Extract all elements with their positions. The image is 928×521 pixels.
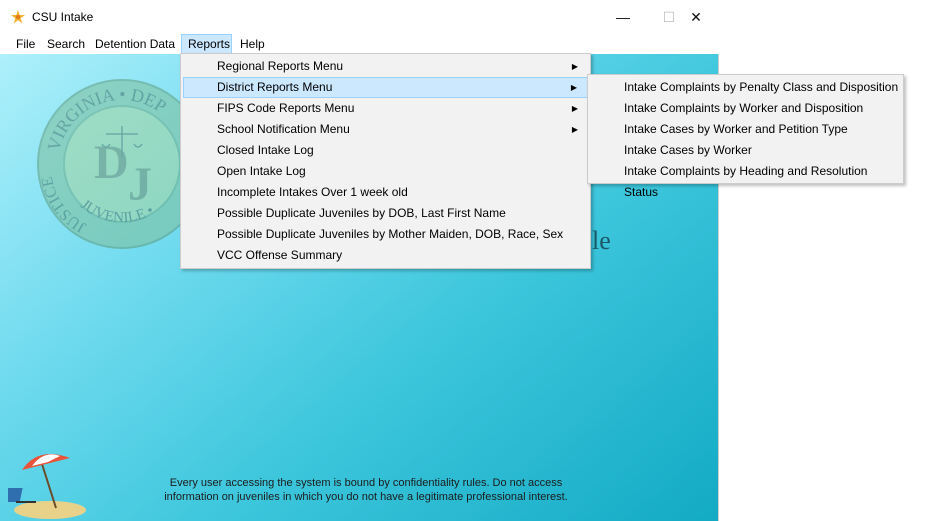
menu-item-open-intake-log[interactable]: Open Intake Log: [183, 161, 588, 182]
window-title: CSU Intake: [32, 10, 94, 24]
submenu-arrow-icon: ▶: [571, 62, 578, 71]
submenu-item-worker-petition[interactable]: Intake Cases by Worker and Petition Type: [590, 119, 901, 140]
reports-dropdown: Regional Reports Menu ▶ District Reports…: [180, 53, 591, 269]
menu-item-label: District Reports Menu: [217, 80, 333, 94]
submenu-item-heading-resolution[interactable]: Intake Complaints by Heading and Resolut…: [590, 161, 901, 199]
minimize-button[interactable]: —: [600, 0, 646, 34]
close-button[interactable]: ✕: [673, 0, 719, 34]
notice-line-1: Every user accessing the system is bound…: [169, 477, 563, 489]
seal-monogram-j: J: [128, 158, 152, 211]
confidentiality-notice: Every user accessing the system is bound…: [140, 476, 592, 504]
menu-bar: File Search Detention Data Reports Help: [0, 34, 719, 54]
submenu-arrow-icon: ▶: [570, 83, 577, 92]
seal-monogram-d: D: [94, 136, 129, 189]
menu-detention-data[interactable]: Detention Data: [89, 34, 181, 54]
submenu-arrow-icon: ▶: [571, 125, 578, 134]
app-icon: [11, 10, 25, 24]
menu-item-closed-intake-log[interactable]: Closed Intake Log: [183, 140, 588, 161]
menu-item-duplicate-by-mother-maiden[interactable]: Possible Duplicate Juveniles by Mother M…: [183, 224, 588, 245]
district-reports-submenu: Intake Complaints by Penalty Class and D…: [587, 74, 904, 199]
submenu-item-cases-by-worker[interactable]: Intake Cases by Worker: [590, 140, 901, 161]
menu-item-school-notification[interactable]: School Notification Menu ▶: [183, 119, 588, 140]
menu-item-regional-reports[interactable]: Regional Reports Menu ▶: [183, 56, 588, 77]
title-bar[interactable]: CSU Intake — ☐ ✕: [0, 0, 719, 34]
menu-search[interactable]: Search: [41, 34, 91, 54]
menu-item-district-reports[interactable]: District Reports Menu ▶: [183, 77, 588, 98]
submenu-item-worker-disposition[interactable]: Intake Complaints by Worker and Disposit…: [590, 98, 901, 119]
menu-item-label: FIPS Code Reports Menu: [217, 101, 355, 115]
background-title-partial: le: [592, 226, 611, 255]
menu-item-incomplete-intakes[interactable]: Incomplete Intakes Over 1 week old: [183, 182, 588, 203]
menu-help[interactable]: Help: [234, 34, 271, 54]
submenu-item-penalty-class[interactable]: Intake Complaints by Penalty Class and D…: [590, 77, 901, 98]
menu-reports[interactable]: Reports: [181, 34, 232, 54]
menu-file[interactable]: File: [10, 34, 41, 54]
menu-item-fips-code-reports[interactable]: FIPS Code Reports Menu ▶: [183, 98, 588, 119]
beach-umbrella-icon: [8, 454, 86, 519]
notice-line-2: information on juveniles in which you do…: [164, 491, 568, 503]
menu-item-vcc-offense-summary[interactable]: VCC Offense Summary: [183, 245, 588, 266]
menu-item-label: School Notification Menu: [217, 122, 350, 136]
submenu-arrow-icon: ▶: [571, 104, 578, 113]
menu-item-label: Regional Reports Menu: [217, 59, 344, 73]
menu-item-duplicate-by-dob-name[interactable]: Possible Duplicate Juveniles by DOB, Las…: [183, 203, 588, 224]
